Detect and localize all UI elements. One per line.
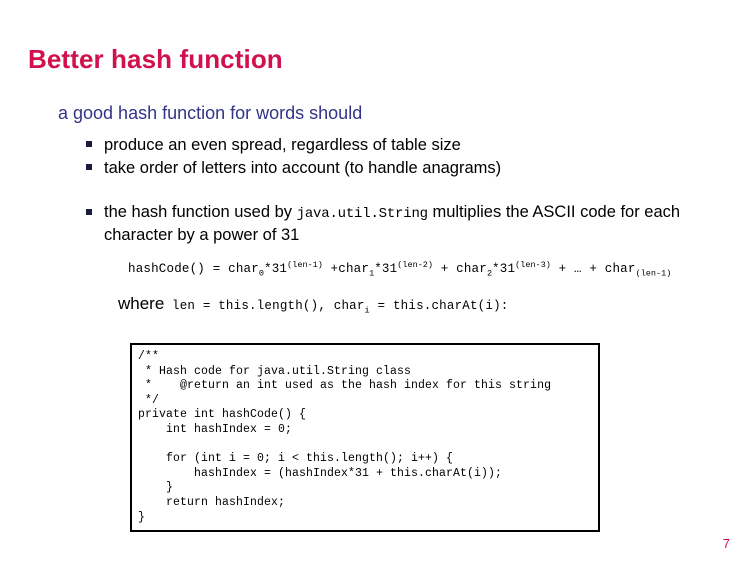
square-bullet-icon bbox=[86, 134, 104, 156]
page-number: 7 bbox=[722, 536, 730, 551]
list-item-label: take order of letters into account (to h… bbox=[104, 159, 502, 177]
square-bullet-icon bbox=[86, 157, 104, 179]
where-code-a: len = this.length(), char bbox=[164, 299, 365, 313]
slide-subtitle: a good hash function for words should bbox=[58, 103, 363, 123]
formula-lhs: hashCode() = char bbox=[128, 262, 259, 277]
slide-canvas: Better hash function a good hash functio… bbox=[0, 0, 756, 576]
formula-sup-1: (len-2) bbox=[397, 260, 434, 270]
formula-sup-2: (len-3) bbox=[515, 260, 551, 270]
bullet-list-secondary: the hash function used by java.util.Stri… bbox=[86, 202, 746, 247]
bullet-text-part1: the hash function used by bbox=[104, 203, 297, 221]
java-hashcode-source: /** * Hash code for java.util.String cla… bbox=[138, 350, 552, 524]
page-title: Better hash function bbox=[28, 44, 283, 74]
list-item: take order of letters into account (to h… bbox=[86, 157, 736, 179]
formula-term-2: *31 bbox=[492, 262, 516, 277]
hashcode-formula: hashCode() = char0*31(len-1) +char1*31(l… bbox=[128, 260, 671, 279]
list-item: produce an even spread, regardless of ta… bbox=[86, 134, 736, 156]
formula-sub-n: (len-1) bbox=[635, 268, 672, 279]
formula-term-0: *31 bbox=[264, 262, 288, 277]
code-block-container: /** * Hash code for java.util.String cla… bbox=[130, 343, 600, 532]
inline-code-java-util-string: java.util.String bbox=[296, 206, 428, 222]
list-item-label: produce an even spread, regardless of ta… bbox=[104, 136, 461, 154]
formula-ellipsis: + … + char bbox=[550, 262, 636, 277]
formula-plus-2: + char bbox=[433, 262, 487, 277]
formula-term-1: *31 bbox=[374, 262, 398, 277]
where-keyword: where bbox=[118, 294, 165, 313]
list-item-label: the hash function used by java.util.Stri… bbox=[104, 202, 734, 246]
where-code-b: = this.charAt(i): bbox=[369, 299, 509, 313]
formula-sup-0: (len-1) bbox=[287, 260, 323, 270]
formula-plus-1: +char bbox=[322, 262, 370, 277]
square-bullet-icon bbox=[86, 202, 104, 224]
bullet-list-primary: produce an even spread, regardless of ta… bbox=[86, 134, 736, 180]
list-item: the hash function used by java.util.Stri… bbox=[86, 202, 746, 246]
where-definition-line: where len = this.length(), chari = this.… bbox=[118, 294, 508, 316]
